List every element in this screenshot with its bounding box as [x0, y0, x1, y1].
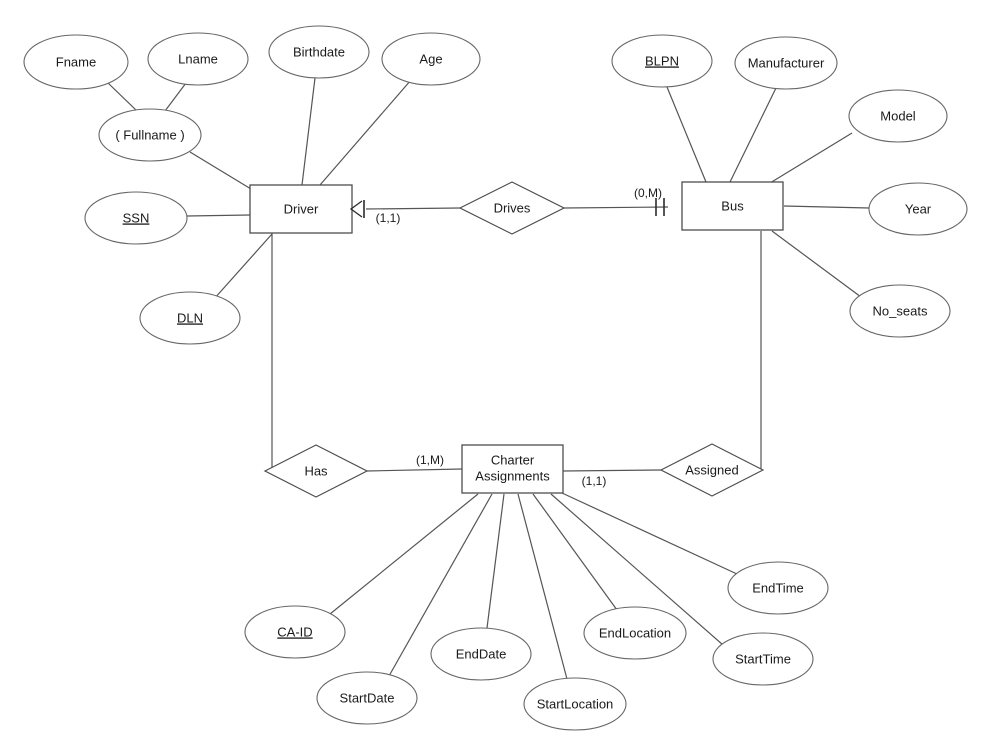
attribute-label-endtime: EndTime [752, 580, 804, 595]
entity-label-driver: Driver [284, 201, 319, 216]
attribute-label-startdate: StartDate [340, 690, 395, 705]
cardinality-label-charter-assigned: (1,1) [582, 474, 607, 488]
connector-line-charter-assigned [562, 469, 662, 472]
attribute-label-lname: Lname [178, 51, 218, 66]
entity-label-bus: Bus [721, 198, 744, 213]
attribute-label-age: Age [419, 51, 442, 66]
relationship-label-assigned: Assigned [685, 462, 738, 477]
connector-line-drives-bus [563, 206, 669, 209]
connector-line-fullname-driver [189, 151, 252, 190]
relationship-label-has: Has [304, 463, 328, 478]
connector-line-blpn-bus [666, 86, 707, 183]
connector-line-has-charter [366, 468, 463, 472]
attribute-label-fullname: ( Fullname ) [115, 127, 184, 142]
cardinality-label-has-charter: (1,M) [416, 453, 444, 467]
attribute-label-ca-id: CA-ID [277, 624, 312, 639]
entity-label-charter-line2: Assignments [475, 468, 550, 483]
connector-line-endtime-charter [561, 492, 738, 575]
connector-line-fname-fullname [106, 81, 138, 112]
attribute-label-manufacturer: Manufacturer [748, 55, 825, 70]
attribute-label-year: Year [905, 201, 932, 216]
attribute-label-blpn: BLPN [645, 53, 679, 68]
cardinality-marker-driver-side [349, 200, 365, 218]
cardinality-label-driver-drives: (1,1) [376, 211, 401, 225]
attribute-label-startlocation: StartLocation [537, 696, 614, 711]
attribute-label-dln: DLN [177, 310, 203, 325]
connector-line-model-bus [769, 132, 853, 184]
attribute-label-starttime: StartTime [735, 651, 791, 666]
attribute-label-ssn: SSN [123, 210, 150, 225]
connector-line-ca-charter [329, 493, 479, 615]
er-diagram-canvas: Fname Lname ( Fullname ) Birthdate Age SSN DLN… [0, 0, 993, 756]
connector-line-endlocation-charter [532, 493, 618, 611]
relationship-label-drives: Drives [494, 200, 531, 215]
connector-line-age-driver [319, 79, 412, 186]
attribute-label-enddate: EndDate [456, 646, 507, 661]
attribute-label-model: Model [880, 108, 916, 123]
attribute-label-endlocation: EndLocation [599, 625, 671, 640]
cardinality-label-drives-bus: (0,M) [634, 186, 662, 200]
connector-line-manufacturer-bus [729, 87, 777, 183]
attribute-label-fname: Fname [56, 54, 96, 69]
connector-line-dln-driver [213, 233, 273, 300]
connector-line-enddate-charter [486, 493, 505, 629]
connector-line-year-bus [783, 205, 870, 209]
connector-line-lname-fullname [164, 82, 187, 112]
connector-line-ssn-driver [186, 214, 251, 217]
connector-line-driver-drives [365, 207, 461, 210]
attribute-label-birthdate: Birthdate [293, 44, 345, 59]
connector-line-noseats-bus [771, 230, 862, 298]
connector-line-birthdate-driver [301, 77, 316, 186]
attribute-label-no_seats: No_seats [873, 303, 928, 318]
entity-label-charter-line1: Charter [491, 452, 535, 467]
